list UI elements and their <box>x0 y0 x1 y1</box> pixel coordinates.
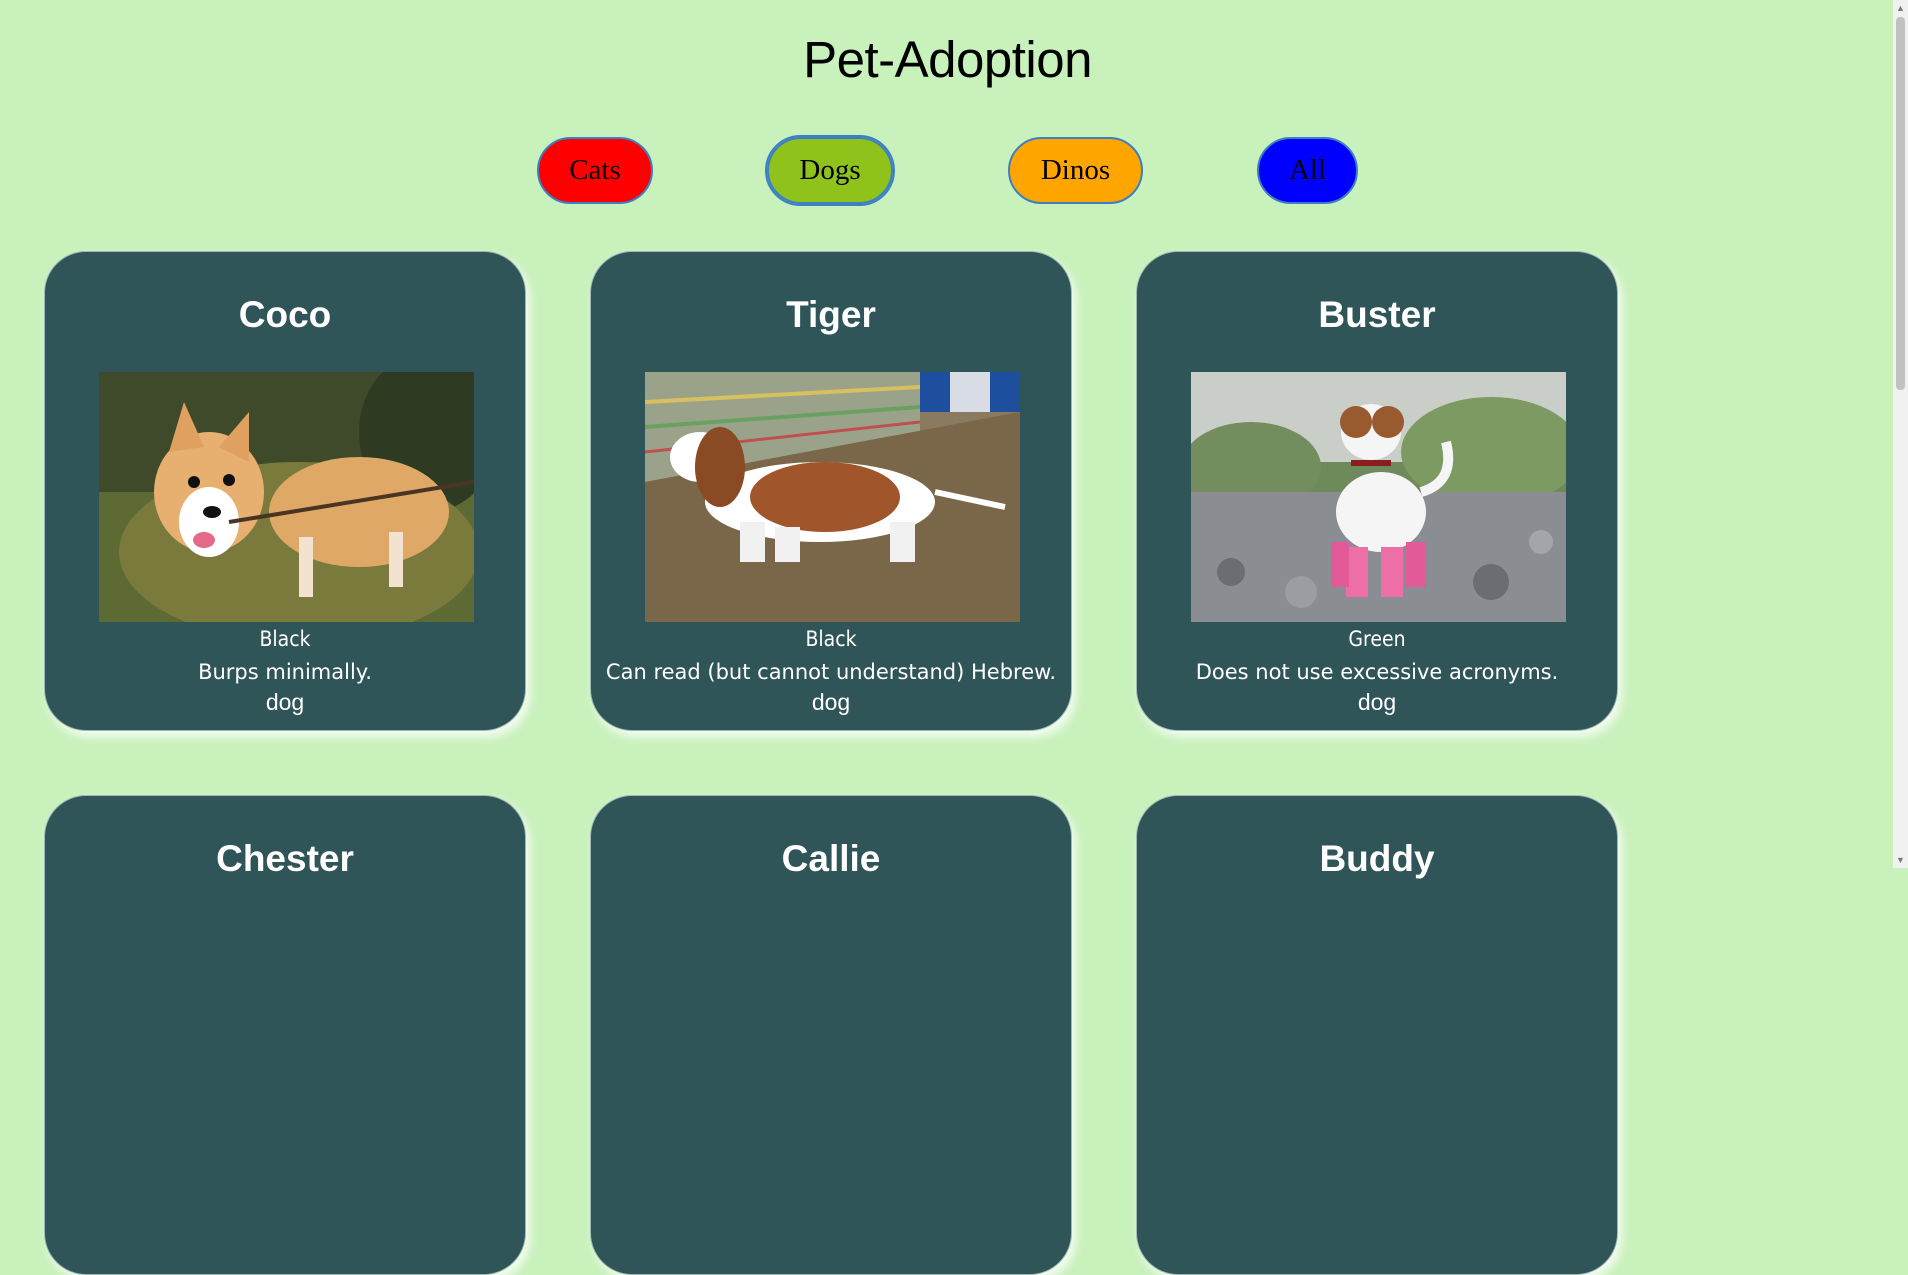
pet-name: Buster <box>1318 294 1436 335</box>
pet-color: Black <box>259 627 311 651</box>
pet-card: Tiger Black Can read (but cannot underst… <box>590 251 1072 731</box>
pet-card: Buster Green Does not use excessive acro… <box>1136 251 1618 731</box>
pet-photo <box>99 372 474 622</box>
pet-card: Chester <box>44 795 526 1275</box>
pet-name: Tiger <box>786 294 876 335</box>
pet-description: Can read (but cannot understand) Hebrew. <box>605 660 1057 684</box>
pet-card: Buddy <box>1136 795 1618 1275</box>
pet-name: Callie <box>781 838 881 879</box>
scroll-down-arrow-icon[interactable]: ▼ <box>1893 852 1908 868</box>
scroll-up-arrow-icon[interactable]: ▲ <box>1893 0 1908 16</box>
pet-name: Buddy <box>1319 838 1435 879</box>
pet-color: Black <box>805 627 857 651</box>
pet-type: dog <box>811 689 851 715</box>
pet-card: Coco Black Burps minimally. dog <box>44 251 526 731</box>
pet-description: Does not use excessive acronyms. <box>1195 660 1559 684</box>
pet-type: dog <box>265 689 305 715</box>
pet-photo <box>645 372 1020 622</box>
dinos-filter-button[interactable]: Dinos <box>1008 137 1143 204</box>
pet-photo <box>1191 372 1566 622</box>
pet-card: Callie <box>590 795 1072 1275</box>
pet-name: Coco <box>238 294 332 335</box>
dogs-filter-button[interactable]: Dogs <box>765 135 895 206</box>
scroll-thumb[interactable] <box>1896 17 1905 390</box>
pet-name: Chester <box>216 838 354 879</box>
page-title: Pet-Adoption <box>803 31 1092 88</box>
all-filter-button[interactable]: All <box>1257 137 1358 204</box>
pet-type: dog <box>1357 689 1397 715</box>
cats-filter-button[interactable]: Cats <box>537 137 653 204</box>
pet-description: Burps minimally. <box>198 660 372 684</box>
vertical-scrollbar[interactable]: ▲ ▼ <box>1893 0 1908 868</box>
pet-color: Green <box>1348 627 1406 651</box>
